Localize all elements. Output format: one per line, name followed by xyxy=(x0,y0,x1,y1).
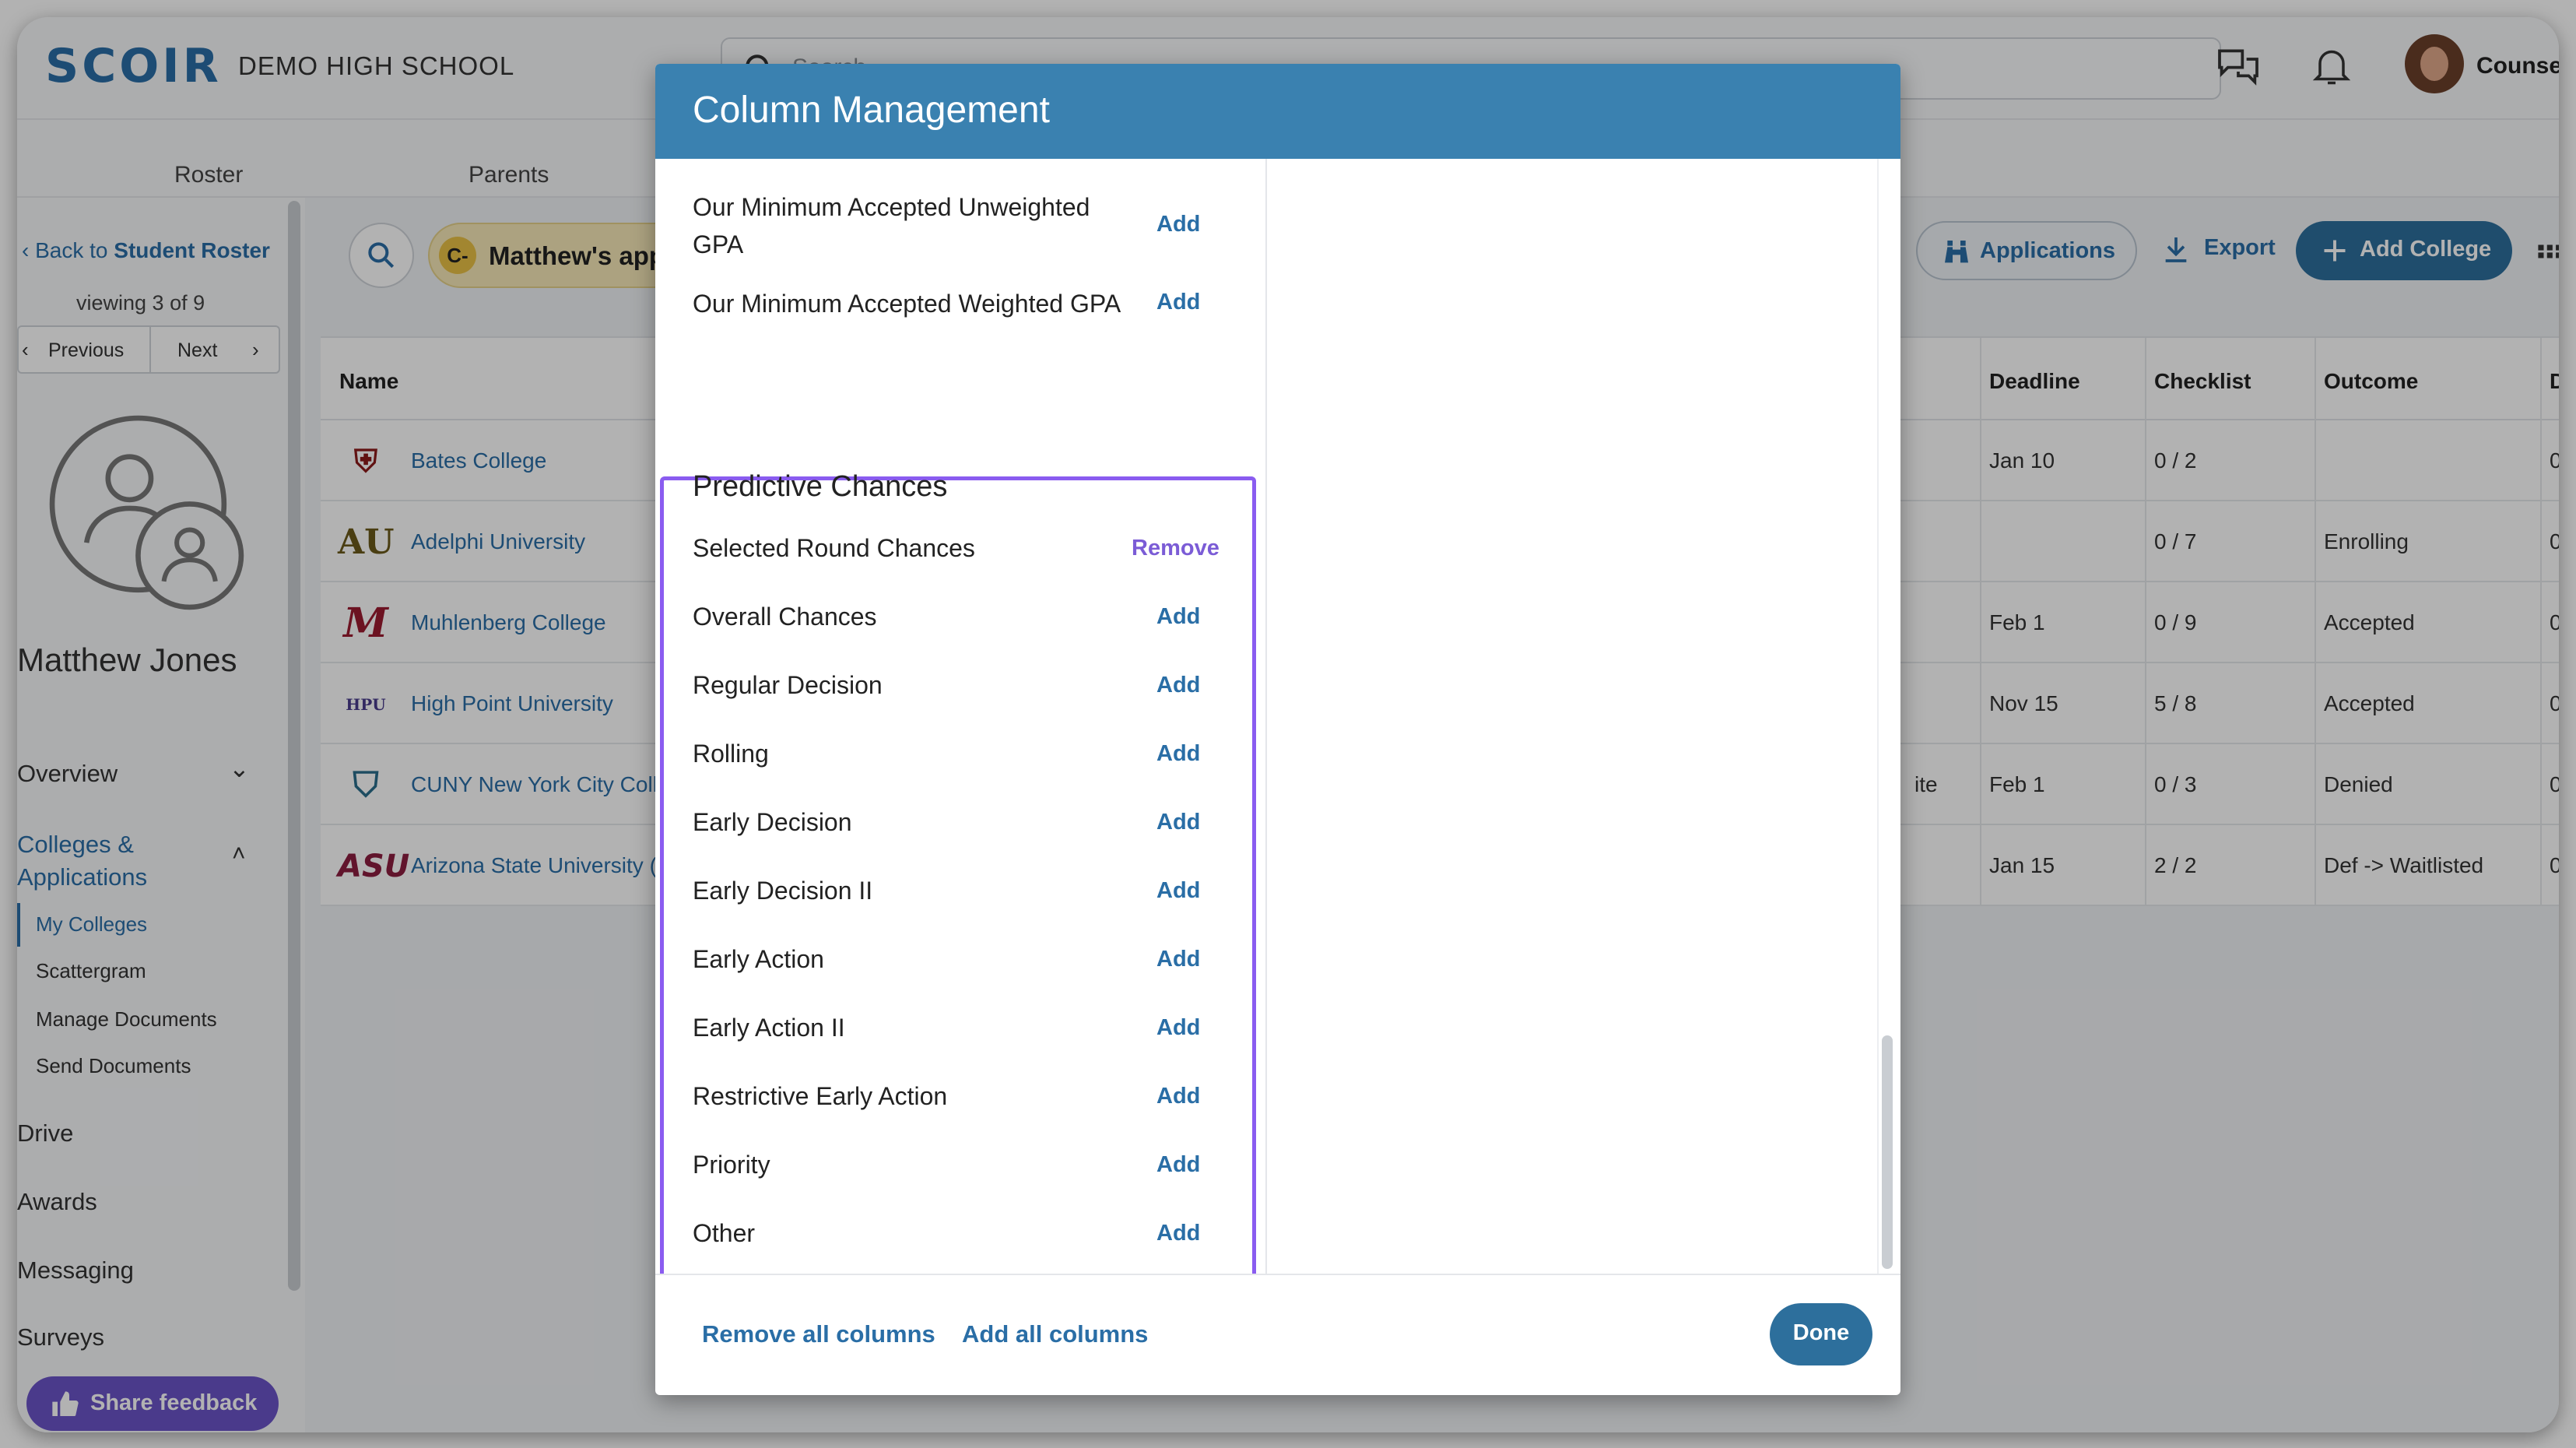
column-option-label: Restrictive Early Action xyxy=(693,1082,948,1110)
add-column-button[interactable]: Add xyxy=(1156,810,1200,835)
remove-column-button[interactable]: Remove xyxy=(1132,536,1220,561)
available-columns-list: Our Minimum Accepted Unweighted GPA Add … xyxy=(655,159,1265,1274)
column-option-label: Priority xyxy=(693,1151,770,1179)
column-option-label: Our Minimum Accepted Unweighted xyxy=(693,193,1090,221)
add-column-button[interactable]: Add xyxy=(1156,1152,1200,1178)
dialog-header: Column Management xyxy=(655,64,1900,159)
column-option-label: Our Minimum Accepted Weighted GPA xyxy=(693,290,1121,318)
add-column-button[interactable]: Add xyxy=(1156,604,1200,630)
add-column-button[interactable]: Add xyxy=(1156,673,1200,698)
done-button[interactable]: Done xyxy=(1770,1303,1872,1365)
add-column-button[interactable]: Add xyxy=(1156,947,1200,972)
add-all-columns-button[interactable]: Add all columns xyxy=(962,1320,1148,1348)
add-column-button[interactable]: Add xyxy=(1156,741,1200,767)
add-column-button[interactable]: Add xyxy=(1156,212,1200,237)
dialog-title: Column Management xyxy=(693,90,1050,131)
dialog-footer: Remove all columns Add all columns Done xyxy=(655,1274,1900,1395)
add-column-button[interactable]: Add xyxy=(1156,1084,1200,1109)
column-option-label: Early Action xyxy=(693,945,824,973)
column-option-label: Early Decision II xyxy=(693,877,873,905)
column-option-label: Selected Round Chances xyxy=(693,534,975,562)
add-column-button[interactable]: Add xyxy=(1156,1015,1200,1041)
add-column-button[interactable]: Add xyxy=(1156,290,1200,315)
dialog-scrollbar[interactable] xyxy=(1882,1035,1893,1269)
column-option-label: Regular Decision xyxy=(693,671,883,699)
column-option-label: Rolling xyxy=(693,740,769,768)
column-option-label: Early Decision xyxy=(693,808,852,836)
column-option-label: Other xyxy=(693,1219,756,1247)
column-option-label: Overall Chances xyxy=(693,603,877,631)
column-option-label: GPA xyxy=(693,230,744,258)
column-option-label: Early Action II xyxy=(693,1014,845,1042)
add-column-button[interactable]: Add xyxy=(1156,878,1200,904)
column-divider xyxy=(1265,159,1267,1274)
column-management-dialog: Column Management Our Minimum Accepted U… xyxy=(655,64,1900,1395)
remove-all-columns-button[interactable]: Remove all columns xyxy=(702,1320,935,1348)
selected-columns-scroll-track xyxy=(1877,159,1879,1274)
add-column-button[interactable]: Add xyxy=(1156,1221,1200,1246)
section-title: Predictive Chances xyxy=(693,470,948,503)
